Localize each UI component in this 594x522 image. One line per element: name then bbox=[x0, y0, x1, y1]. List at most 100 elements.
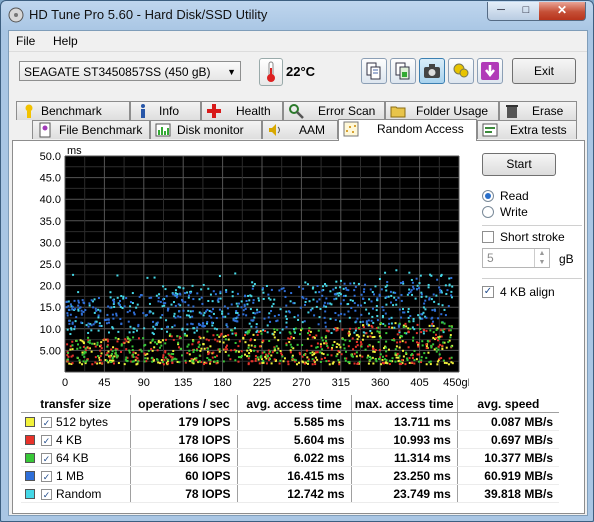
scatter-point bbox=[255, 331, 258, 334]
scatter-point bbox=[143, 344, 146, 347]
scatter-point bbox=[123, 305, 126, 308]
scatter-point bbox=[324, 321, 327, 324]
tab-extra-tests[interactable]: Extra tests bbox=[477, 120, 577, 139]
transfer-size-cell[interactable]: ✓ 512 bytes bbox=[21, 412, 131, 431]
scatter-point bbox=[289, 349, 292, 352]
series-checkbox[interactable]: ✓ bbox=[41, 452, 52, 464]
tab-erase[interactable]: Erase bbox=[499, 101, 577, 120]
drive-select[interactable]: SEAGATE ST3450857SS (450 gB) ▼ bbox=[19, 61, 241, 81]
scatter-point bbox=[329, 317, 332, 320]
copy-text-button[interactable] bbox=[361, 58, 387, 84]
scatter-point bbox=[94, 356, 97, 359]
scatter-point bbox=[262, 329, 265, 332]
read-radio[interactable] bbox=[482, 190, 494, 202]
series-checkbox[interactable]: ✓ bbox=[41, 416, 52, 428]
scatter-point bbox=[122, 297, 125, 300]
scatter-point bbox=[152, 325, 155, 328]
maximize-button[interactable]: □ bbox=[513, 2, 540, 21]
menu-file[interactable]: File bbox=[16, 34, 35, 48]
start-button[interactable]: Start bbox=[482, 153, 556, 176]
scatter-point bbox=[92, 306, 95, 309]
scatter-point bbox=[401, 308, 404, 311]
tab-info[interactable]: Info bbox=[130, 101, 201, 120]
scatter-point bbox=[376, 299, 379, 302]
scatter-point bbox=[380, 288, 383, 291]
scatter-point bbox=[235, 310, 238, 313]
scatter-point bbox=[191, 284, 194, 287]
transfer-size-cell[interactable]: ✓ 1 MB bbox=[21, 466, 131, 485]
minimize-button[interactable]: ─ bbox=[487, 2, 515, 21]
tab-health[interactable]: Health bbox=[201, 101, 283, 120]
ops-cell: 78 IOPS bbox=[130, 484, 238, 503]
tab-error-scan[interactable]: Error Scan bbox=[283, 101, 385, 120]
y-tick-label: 50.0 bbox=[40, 151, 61, 163]
scatter-point bbox=[322, 304, 325, 307]
scatter-point bbox=[88, 302, 91, 305]
scatter-point bbox=[79, 339, 82, 342]
transfer-size-cell[interactable]: ✓ Random bbox=[21, 484, 131, 503]
screenshot-button[interactable] bbox=[419, 58, 445, 84]
transfer-size-cell[interactable]: ✓ 64 KB bbox=[21, 448, 131, 467]
spinner-arrows-icon[interactable]: ▲ ▼ bbox=[534, 249, 549, 267]
scatter-point bbox=[405, 351, 408, 354]
scatter-point bbox=[119, 305, 122, 308]
close-button[interactable]: ✕ bbox=[539, 2, 586, 21]
scatter-point bbox=[417, 314, 420, 317]
scatter-point bbox=[249, 339, 252, 342]
scatter-point bbox=[218, 340, 221, 343]
scatter-point bbox=[287, 360, 290, 363]
scatter-point bbox=[247, 344, 250, 347]
scatter-point bbox=[447, 363, 450, 366]
write-radio[interactable] bbox=[482, 206, 494, 218]
tab-benchmark[interactable]: Benchmark bbox=[16, 101, 130, 120]
scatter-point bbox=[253, 316, 256, 319]
scatter-point bbox=[258, 345, 261, 348]
scatter-point bbox=[334, 286, 337, 289]
scatter-point bbox=[408, 288, 411, 291]
tab-aam[interactable]: AAM bbox=[262, 120, 338, 139]
tab-folder-usage[interactable]: Folder Usage bbox=[385, 101, 499, 120]
menu-help[interactable]: Help bbox=[53, 34, 78, 48]
scatter-point bbox=[234, 350, 237, 353]
scatter-point bbox=[199, 323, 202, 326]
info-icon bbox=[141, 104, 145, 118]
title-bar[interactable]: HD Tune Pro 5.60 - Hard Disk/SSD Utility… bbox=[1, 1, 593, 29]
scatter-point bbox=[358, 360, 361, 363]
tab-disk-monitor[interactable]: Disk monitor bbox=[150, 120, 262, 139]
scatter-point bbox=[251, 287, 254, 290]
copy-image-button[interactable] bbox=[390, 58, 416, 84]
short-stroke-checkbox[interactable] bbox=[482, 231, 494, 243]
tab-file-benchmark[interactable]: File Benchmark bbox=[32, 120, 150, 139]
tab-random-access[interactable]: Random Access bbox=[338, 119, 477, 141]
scatter-point bbox=[178, 292, 181, 295]
scatter-point bbox=[419, 328, 422, 331]
scatter-point bbox=[132, 353, 135, 356]
series-checkbox[interactable]: ✓ bbox=[41, 434, 52, 446]
scatter-point bbox=[177, 303, 180, 306]
options-button[interactable] bbox=[448, 58, 474, 84]
scatter-point bbox=[347, 345, 350, 348]
series-checkbox[interactable]: ✓ bbox=[41, 470, 52, 482]
save-button[interactable] bbox=[477, 58, 503, 84]
scatter-point bbox=[192, 340, 195, 343]
short-stroke-spinner[interactable]: 5 ▲ ▼ bbox=[482, 248, 550, 268]
series-checkbox[interactable]: ✓ bbox=[41, 488, 52, 500]
scatter-point bbox=[224, 338, 227, 341]
align-checkbox[interactable]: ✓ bbox=[482, 286, 494, 298]
health-icon bbox=[207, 104, 221, 118]
exit-button[interactable]: Exit bbox=[512, 58, 576, 84]
scatter-point bbox=[318, 316, 321, 319]
scatter-point bbox=[244, 334, 247, 337]
scatter-point bbox=[338, 361, 341, 364]
scatter-point bbox=[397, 325, 400, 328]
scatter-point bbox=[426, 339, 429, 342]
transfer-size-cell[interactable]: ✓ 4 KB bbox=[21, 430, 131, 449]
avg-access-cell: 5.585 ms bbox=[236, 412, 352, 431]
scatter-point bbox=[314, 291, 317, 294]
scatter-point bbox=[110, 348, 113, 351]
scatter-point bbox=[432, 324, 435, 327]
scatter-point bbox=[297, 314, 300, 317]
scatter-point bbox=[119, 318, 122, 321]
scatter-point bbox=[200, 312, 203, 315]
scatter-point bbox=[392, 304, 395, 307]
